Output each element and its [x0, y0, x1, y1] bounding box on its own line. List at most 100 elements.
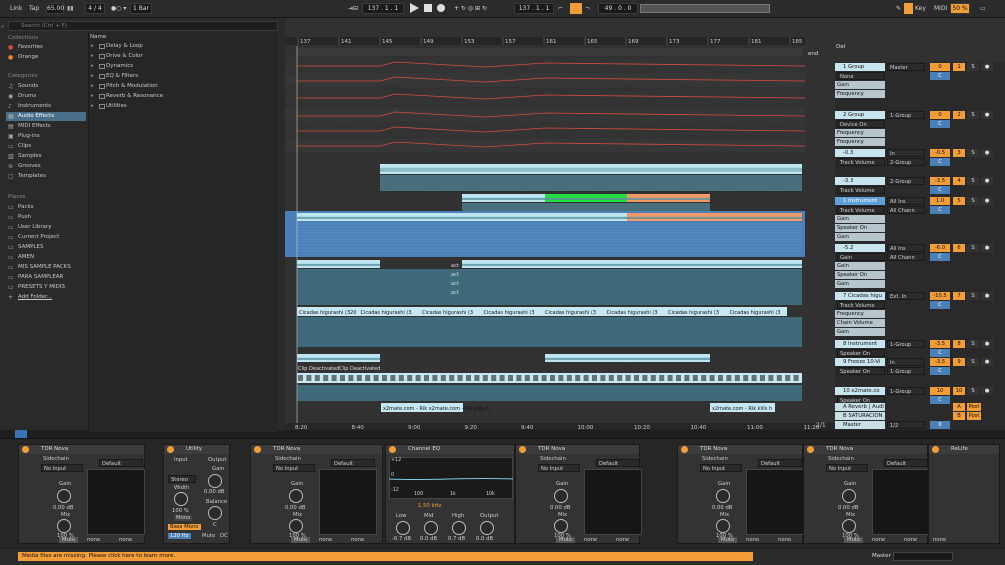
nudge-icon[interactable]: ▮▮: [67, 4, 74, 14]
device-tdr-nova[interactable]: TDR Nova Sidechain No Input Default Gain 0.00…: [250, 444, 383, 544]
mix-knob[interactable]: [716, 519, 730, 533]
solo-button[interactable]: S: [967, 244, 979, 252]
record-arm-icon[interactable]: ●: [981, 111, 993, 119]
return-track[interactable]: A Reverb | Audi A Post: [835, 403, 1000, 411]
device-title[interactable]: TDR Nova: [804, 445, 927, 454]
post-button[interactable]: Post: [967, 412, 981, 420]
preview-icon[interactable]: [15, 430, 27, 438]
automation-param[interactable]: Frequency: [835, 129, 885, 137]
power-icon[interactable]: [519, 446, 526, 453]
place-4[interactable]: ▭ SAMPLES: [6, 243, 86, 252]
width-knob[interactable]: [174, 492, 188, 506]
category-plug-ins[interactable]: ▣ Plug-ins: [6, 132, 86, 141]
output-routing-select[interactable]: 1-Group: [887, 111, 925, 119]
device-relife[interactable]: ReLife none: [928, 444, 1000, 544]
automation-param[interactable]: Gain: [835, 280, 885, 288]
none-select[interactable]: none: [933, 537, 946, 543]
overview-scroll[interactable]: [640, 4, 770, 13]
chevron-right-icon[interactable]: ▸: [91, 92, 94, 101]
routing-select[interactable]: 2-Group: [887, 158, 925, 166]
play-icon[interactable]: [410, 3, 419, 13]
stop-icon[interactable]: [424, 4, 432, 12]
power-icon[interactable]: [167, 446, 174, 453]
loop-length-field[interactable]: 49 . 0 . 0: [598, 3, 638, 14]
tap-button[interactable]: Tap: [29, 4, 39, 14]
return-name[interactable]: A Reverb | Audi: [835, 403, 885, 411]
category-drums[interactable]: ◉ Drums: [6, 92, 86, 101]
bar-number[interactable]: 181: [751, 39, 762, 45]
track-activator-button[interactable]: 5: [953, 197, 965, 205]
track-name[interactable]: -3.3: [835, 177, 885, 185]
cicadas-clip-label[interactable]: Cicadas higurashi (3: [484, 310, 535, 316]
place-7[interactable]: ▭ PARA SAMPLEAR: [6, 273, 86, 282]
device-tdr-nova[interactable]: TDR Nova Sidechain No Input Default Gain 0.00…: [18, 444, 145, 544]
bass-mono-freq[interactable]: 120 Hz: [168, 533, 191, 539]
pan-field[interactable]: C: [930, 158, 950, 166]
category-samples[interactable]: ▥ Samples: [6, 152, 86, 161]
solo-button[interactable]: S: [967, 63, 979, 71]
routing-select[interactable]: All Chann: [887, 206, 925, 214]
automation-select[interactable]: Speaker On: [837, 349, 885, 357]
automation-param[interactable]: Gain: [835, 215, 885, 223]
pan-field[interactable]: C: [930, 206, 950, 214]
pan-field[interactable]: C: [930, 186, 950, 194]
gain-knob[interactable]: [842, 489, 856, 503]
mixer-track[interactable]: 9 Freeze 10-Vi In Speaker On 1-Group -3.5 C 9 S…: [835, 358, 1000, 375]
automation-param[interactable]: Speaker On: [835, 271, 885, 279]
return-track[interactable]: B SATURACION B Post: [835, 412, 1000, 420]
place-6[interactable]: ▭ MIS SAMPLE PACKS: [6, 263, 86, 272]
volume-field[interactable]: -3.5: [930, 177, 950, 185]
bar-number[interactable]: 153: [464, 39, 475, 45]
high-knob[interactable]: [452, 521, 466, 535]
song-position-field[interactable]: 137 . 1 . 1: [362, 3, 404, 14]
chevron-right-icon[interactable]: ▸: [91, 52, 94, 61]
output-routing-select[interactable]: All Ins: [887, 244, 925, 252]
mute-button[interactable]: Mute: [718, 537, 738, 543]
track-name[interactable]: -5.2: [835, 244, 885, 252]
sidechain-input-select[interactable]: No Input: [538, 464, 580, 472]
bar-number[interactable]: 145: [382, 39, 393, 45]
low-knob[interactable]: [396, 521, 410, 535]
mute-button[interactable]: Mute: [291, 537, 311, 543]
folder-row[interactable]: ▸ Reverb & Resonance: [90, 92, 270, 101]
record-arm-icon[interactable]: ●: [981, 387, 993, 395]
folder-row[interactable]: ▸ Pitch & Modulation: [90, 82, 270, 91]
time-signature-field[interactable]: 4 / 4: [85, 3, 105, 14]
track-activator-button[interactable]: 7: [953, 292, 965, 300]
track-activator-button[interactable]: 3: [953, 149, 965, 157]
gain-knob[interactable]: [716, 489, 730, 503]
track-name[interactable]: 7 Cicadas higu: [835, 292, 885, 300]
folder-row[interactable]: ▸ Drive & Color: [90, 52, 270, 61]
category-grooves[interactable]: ≋ Grooves: [6, 162, 86, 171]
volume-field[interactable]: -0.5: [930, 149, 950, 157]
track-name[interactable]: 2 Group: [835, 111, 885, 119]
automation-param[interactable]: Chain Volume: [835, 319, 885, 327]
dc-button[interactable]: DC: [220, 533, 228, 539]
record-arm-icon[interactable]: ●: [981, 177, 993, 185]
cicadas-clip-label[interactable]: Cicadas higurashi (3: [607, 310, 658, 316]
gain-knob[interactable]: [208, 474, 222, 488]
bass-mono-button[interactable]: Bass Mono: [168, 524, 201, 530]
automation-param[interactable]: Frequency: [835, 310, 885, 318]
category-templates[interactable]: ▢ Templates: [6, 172, 86, 181]
none-select[interactable]: none: [87, 537, 100, 543]
volume-field[interactable]: -3.5: [930, 358, 950, 366]
preset-select[interactable]: Default: [884, 459, 928, 467]
power-icon[interactable]: [932, 446, 939, 453]
record-arm-icon[interactable]: ●: [981, 149, 993, 157]
solo-button[interactable]: S: [967, 177, 979, 185]
bar-number[interactable]: 157: [505, 39, 516, 45]
solo-button[interactable]: S: [967, 387, 979, 395]
pencil-icon[interactable]: ✎: [896, 4, 901, 14]
cicadas-clip-label[interactable]: Cicadas higurashi (3: [668, 310, 719, 316]
bar-number[interactable]: 173: [669, 39, 680, 45]
loop-start-field[interactable]: 137 . 1 . 1: [514, 3, 554, 14]
none-select[interactable]: none: [119, 537, 132, 543]
plugin-display[interactable]: [746, 469, 804, 535]
output-routing-select[interactable]: All Ins: [887, 197, 925, 205]
post-button[interactable]: Post: [967, 403, 981, 411]
output-routing-select[interactable]: 1-Group: [887, 340, 925, 348]
folder-row[interactable]: ▸ Utilities: [90, 102, 270, 111]
output-routing-select[interactable]: Master: [887, 63, 925, 71]
bar-number[interactable]: 169: [628, 39, 639, 45]
